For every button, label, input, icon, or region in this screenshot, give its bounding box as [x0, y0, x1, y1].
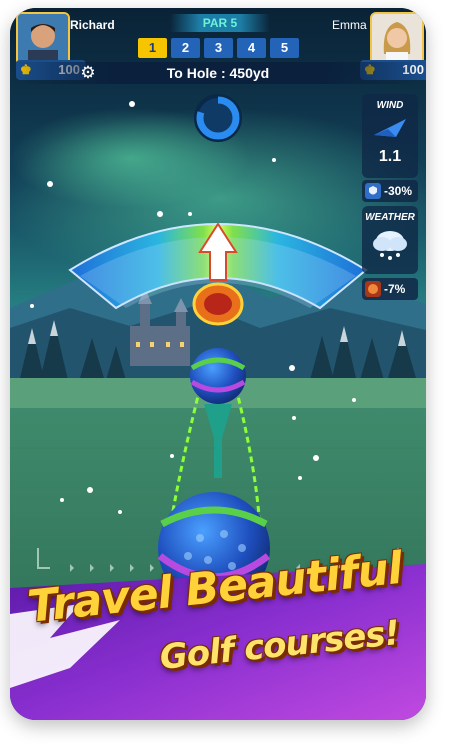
weather-ball-icon [365, 280, 381, 297]
weather-bonus: -7% [362, 278, 418, 300]
par-label: PAR 5 [170, 14, 270, 32]
gear-icon[interactable]: ⚙ [78, 63, 98, 83]
wind-speed: 1.1 [378, 148, 402, 165]
avatar-face-icon [18, 14, 68, 64]
wind-title: WIND [376, 100, 404, 111]
hole-2[interactable]: 2 [171, 38, 200, 58]
wind-direction-icon [374, 119, 406, 137]
hole-1[interactable]: 1 [138, 38, 167, 58]
hole-4[interactable]: 4 [237, 38, 266, 58]
game-screen: Richard ♚ 100 PAR 5 1 2 3 4 5 Emma ♚ 100 [10, 8, 426, 720]
player-avatar-left[interactable] [16, 12, 70, 66]
snow-cloud-icon [373, 231, 407, 260]
shot-timer [194, 94, 242, 142]
wind-shield-icon [365, 182, 381, 199]
hole-3[interactable]: 3 [204, 38, 233, 58]
player-name-right: Emma [332, 18, 367, 32]
top-hud: Richard ♚ 100 PAR 5 1 2 3 4 5 Emma ♚ 100 [10, 8, 426, 84]
player-name-left: Richard [70, 18, 115, 32]
distance-to-hole: To Hole : 450yd [10, 62, 426, 84]
avatar-face-icon [372, 14, 422, 64]
weather-panel: WEATHER [362, 206, 418, 274]
wind-panel: WIND 1.1 [362, 94, 418, 178]
weather-title: WEATHER [365, 212, 415, 223]
hole-5[interactable]: 5 [270, 38, 299, 58]
wind-bonus: -30% [362, 180, 418, 202]
hole-selector: 1 2 3 4 5 [138, 38, 299, 58]
player-avatar-right[interactable] [370, 12, 424, 66]
